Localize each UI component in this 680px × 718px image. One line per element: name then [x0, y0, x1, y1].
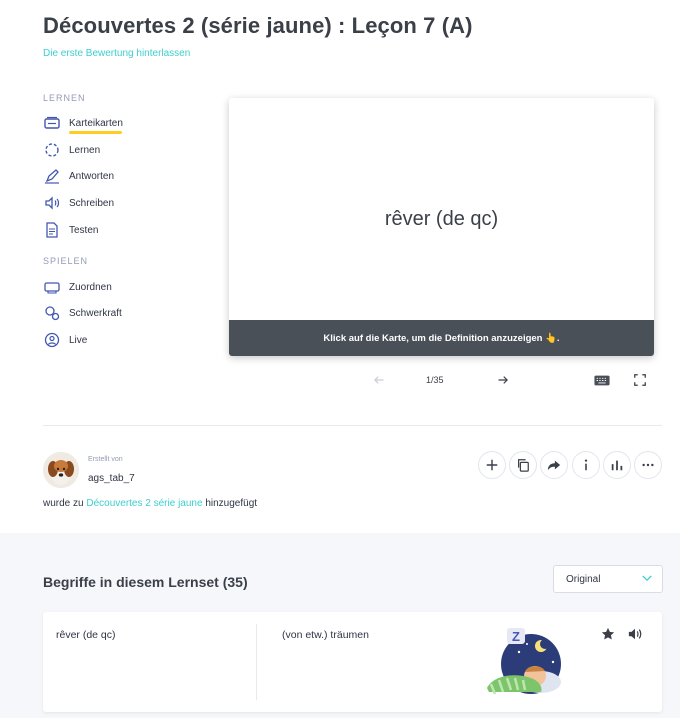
live-icon — [43, 331, 61, 349]
creator-username[interactable]: ags_tab_7 — [88, 473, 135, 484]
created-by-label: Erstellt von — [88, 456, 123, 463]
plus-icon — [486, 459, 498, 471]
sidebar-item-live[interactable]: Live — [43, 330, 87, 350]
flashcard-hint: Klick auf die Karte, um die Definition a… — [229, 320, 654, 356]
sidebar-item-label: Zuordnen — [69, 281, 112, 293]
added-to-folder-line: wurde zu Découvertes 2 série jaune hinzu… — [43, 498, 257, 509]
more-options-button[interactable] — [634, 451, 662, 479]
sidebar-item-gravity[interactable]: Schwerkraft — [43, 303, 122, 323]
sort-selected-value: Original — [566, 573, 601, 585]
learn-cycle-icon — [43, 141, 61, 159]
sidebar-item-label: Karteikarten — [69, 117, 123, 129]
next-card-button[interactable] — [494, 372, 512, 388]
set-title: Découvertes 2 (série jaune) : Leçon 7 (A… — [43, 13, 473, 38]
section-divider — [43, 425, 662, 426]
more-dots-icon — [642, 463, 654, 467]
star-icon[interactable] — [601, 627, 615, 641]
flashcard-term: rêver (de qc) — [384, 208, 499, 230]
term-separator — [256, 624, 257, 700]
sidebar-item-flashcards[interactable]: Karteikarten — [43, 113, 123, 133]
bar-chart-icon — [611, 460, 623, 471]
speaker-icon[interactable] — [628, 627, 642, 641]
info-button[interactable] — [572, 451, 600, 479]
keyboard-icon — [594, 375, 610, 385]
stats-button[interactable] — [603, 451, 631, 479]
share-button[interactable] — [540, 451, 568, 479]
sidebar-item-answer[interactable]: Antworten — [43, 166, 114, 186]
active-tab-underline — [69, 131, 122, 134]
sleeping-child-image: Z — [487, 628, 561, 695]
gravity-icon — [43, 304, 61, 322]
dog-avatar-icon — [43, 452, 79, 488]
card-counter: 1/35 — [426, 375, 444, 385]
sidebar-item-test[interactable]: Testen — [43, 220, 98, 240]
arrow-right-icon — [498, 376, 508, 384]
play-section-label: SPIELEN — [43, 256, 89, 266]
pen-icon — [43, 167, 61, 185]
rating-link[interactable]: Die erste Bewertung hinterlassen — [43, 48, 190, 59]
flashcard[interactable]: rêver (de qc) Klick auf die Karte, um di… — [229, 98, 654, 356]
sort-select[interactable]: Original — [553, 565, 663, 593]
fullscreen-button[interactable] — [631, 372, 649, 388]
copy-icon — [518, 459, 529, 472]
creator-avatar[interactable] — [43, 452, 79, 488]
keyboard-shortcuts-button[interactable] — [592, 372, 612, 388]
sidebar-item-label: Testen — [69, 224, 99, 236]
fullscreen-icon — [634, 374, 646, 386]
learn-section-label: LERNEN — [43, 93, 86, 103]
svg-text:Z: Z — [512, 629, 520, 644]
sidebar-item-label: Live — [69, 334, 88, 346]
folder-link[interactable]: Découvertes 2 série jaune — [86, 498, 202, 509]
sidebar-item-label: Schwerkraft — [69, 307, 122, 319]
match-icon — [43, 278, 61, 296]
share-arrow-icon — [547, 460, 561, 471]
sidebar-item-write[interactable]: Schreiben — [43, 193, 114, 213]
terms-heading: Begriffe in diesem Lernset (35) — [43, 574, 248, 590]
previous-card-button[interactable] — [370, 372, 388, 388]
sidebar-item-label: Antworten — [69, 170, 115, 182]
sidebar-item-learn[interactable]: Lernen — [43, 140, 100, 160]
added-prefix: wurde zu — [43, 498, 84, 509]
document-icon — [43, 221, 61, 239]
copy-button[interactable] — [509, 451, 537, 479]
term-definition: (von etw.) träumen — [282, 629, 369, 641]
term-row: rêver (de qc) (von etw.) träumen Z — [43, 612, 662, 712]
sidebar-item-label: Lernen — [69, 144, 101, 156]
flashcards-icon — [43, 114, 61, 132]
chevron-down-icon — [642, 574, 652, 585]
term-word: rêver (de qc) — [56, 629, 116, 641]
arrow-left-icon — [374, 376, 384, 384]
sidebar-item-match[interactable]: Zuordnen — [43, 277, 112, 297]
add-to-folder-button[interactable] — [478, 451, 506, 479]
sidebar-item-label: Schreiben — [69, 197, 115, 209]
info-icon — [584, 459, 588, 471]
added-suffix: hinzugefügt — [205, 498, 258, 509]
speaker-write-icon — [43, 194, 61, 212]
